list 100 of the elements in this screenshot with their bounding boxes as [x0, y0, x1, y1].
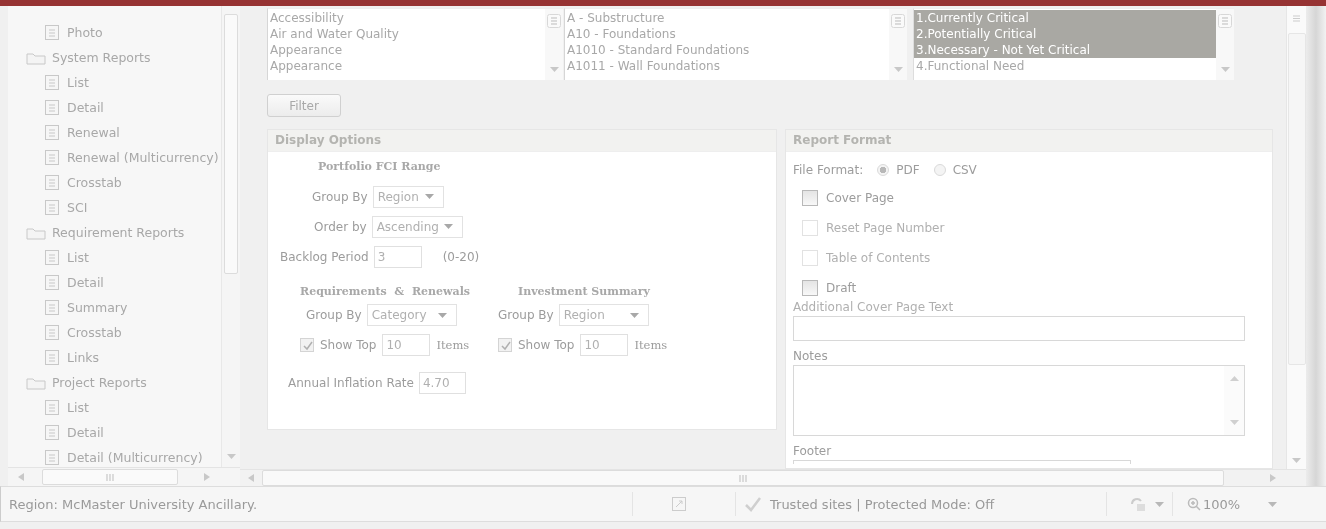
list-option[interactable]: 2.Potentially Critical: [914, 26, 1216, 42]
list-option[interactable]: A - Substructure: [565, 10, 889, 26]
scroll-down-arrow-icon[interactable]: [1292, 458, 1301, 463]
checkbox-label: Reset Page Number: [826, 221, 945, 235]
scroll-up-arrow-icon[interactable]: [1229, 376, 1239, 381]
field-label: Backlog Period: [280, 249, 369, 264]
field-label: Order by: [314, 219, 367, 234]
cover-text-input[interactable]: [793, 316, 1245, 341]
scrollbar[interactable]: [240, 469, 1306, 486]
list-option[interactable]: Accessibility: [268, 10, 545, 26]
section-heading: Portfolio FCI Range: [317, 160, 442, 175]
list-box[interactable]: Accessibility Air and Water Quality Appearance Appearance: [267, 8, 563, 80]
zoom-control[interactable]: 100%: [1187, 496, 1241, 512]
list-option[interactable]: A1010 - Standard Foundations: [565, 42, 889, 58]
lock-icon: [1129, 496, 1147, 512]
radio-option[interactable]: CSV: [933, 163, 977, 177]
list-option[interactable]: 4.Functional Need: [914, 58, 1216, 74]
checkbox[interactable]: [802, 190, 818, 206]
radio-button[interactable]: [933, 164, 946, 176]
field-label: Notes: [793, 349, 829, 363]
dropdown-arrow-icon: [1268, 501, 1278, 507]
backlog-period-input[interactable]: 3: [373, 245, 422, 268]
tree-item[interactable]: Detail: [8, 95, 221, 120]
tree-item[interactable]: Project Reports: [8, 370, 221, 395]
document-icon: [45, 325, 59, 340]
tree-item[interactable]: System Reports: [8, 45, 221, 70]
checkbox[interactable]: [300, 338, 314, 352]
tree-item[interactable]: Crosstab: [8, 320, 221, 345]
scrollbar[interactable]: [1286, 6, 1306, 469]
list-option[interactable]: 3.Necessary - Not Yet Critical: [914, 42, 1216, 58]
document-icon: [45, 425, 59, 440]
dropdown-arrow-icon: [893, 67, 903, 72]
tree-item[interactable]: Links: [8, 345, 221, 370]
scroll-right-arrow-icon[interactable]: [204, 473, 210, 481]
tree-item[interactable]: Detail: [8, 270, 221, 295]
field-label: Footer: [793, 444, 833, 458]
checkbox[interactable]: [802, 280, 818, 296]
list-icon: [891, 14, 905, 28]
filter-button[interactable]: Filter: [267, 94, 341, 117]
folder-icon: [26, 375, 46, 390]
checkbox-label: Cover Page: [826, 191, 894, 205]
dropdown-arrow-icon: [549, 67, 559, 72]
grip-icon: [1292, 14, 1301, 23]
list-box[interactable]: 1.Currently Critical 2.Potentially Critical 3.Necessary - Not Yet Critical 4.Functional Need: [913, 8, 1234, 80]
list-option[interactable]: 1.Currently Critical: [914, 10, 1216, 26]
notes-textarea[interactable]: [793, 365, 1245, 436]
scrollbar[interactable]: [221, 6, 240, 467]
scroll-left-arrow-icon[interactable]: [18, 473, 24, 481]
scrollbar[interactable]: [8, 467, 240, 486]
tree-item[interactable]: Renewal (Multicurrency): [8, 145, 221, 170]
group-by-select[interactable]: Category: [366, 304, 457, 326]
tree-item[interactable]: SCI: [8, 195, 221, 220]
list-option[interactable]: Air and Water Quality: [268, 26, 545, 42]
tree-item[interactable]: List: [8, 70, 221, 95]
field-label: File Format:: [793, 163, 864, 177]
field-label: Additional Cover Page Text: [793, 300, 955, 314]
tree-item[interactable]: Detail: [8, 420, 221, 445]
list-option[interactable]: A1011 - Wall Foundations: [565, 58, 889, 74]
scroll-down-arrow-icon[interactable]: [227, 454, 236, 459]
checkbox[interactable]: [498, 338, 512, 352]
list-option[interactable]: A10 - Foundations: [565, 26, 889, 42]
field-label: Items: [634, 338, 668, 352]
tree-item[interactable]: Summary: [8, 295, 221, 320]
document-icon: [45, 450, 59, 465]
scroll-right-arrow-icon[interactable]: [1270, 474, 1276, 482]
dropdown-arrow-icon: [1220, 67, 1230, 72]
show-top-input[interactable]: 10: [382, 334, 431, 356]
tree-item[interactable]: Crosstab: [8, 170, 221, 195]
tree-item[interactable]: Detail (Multicurrency): [8, 445, 221, 467]
list-option[interactable]: Appearance: [268, 42, 545, 58]
tree-item[interactable]: List: [8, 395, 221, 420]
tree-item[interactable]: List: [8, 245, 221, 270]
radio-option[interactable]: PDF: [877, 163, 920, 177]
document-icon: [45, 300, 59, 315]
order-by-select[interactable]: Ascending: [371, 215, 463, 238]
scroll-down-arrow-icon[interactable]: [1229, 420, 1239, 425]
tree-item[interactable]: Requirement Reports: [8, 220, 221, 245]
section-heading: Requirements & Renewals: [299, 285, 472, 298]
panel-title: Display Options: [268, 130, 776, 152]
show-top-input[interactable]: 10: [580, 334, 629, 356]
grip-icon: [105, 473, 115, 481]
list-box[interactable]: A - Substructure A10 - Foundations A1010 - Standard Foundations A1011 - Wall Foundations: [564, 8, 907, 80]
popup-icon: [671, 496, 687, 512]
radio-label: CSV: [952, 163, 977, 177]
field-label: Items: [436, 338, 470, 352]
tree-item[interactable]: Renewal: [8, 120, 221, 145]
security-zone-text: Trusted sites | Protected Mode: Off: [770, 496, 996, 512]
tree-item[interactable]: Photo: [8, 20, 221, 45]
group-by-select[interactable]: Region: [372, 185, 444, 208]
document-icon: [45, 75, 59, 90]
dropdown-arrow-icon: [1155, 501, 1164, 507]
group-by-select[interactable]: Region: [558, 304, 649, 326]
scroll-left-arrow-icon[interactable]: [248, 474, 254, 482]
inflation-rate-input[interactable]: 4.70: [418, 372, 466, 394]
folder-icon: [26, 50, 46, 65]
document-icon: [45, 350, 59, 365]
dropdown-arrow-icon: [437, 312, 447, 318]
radio-button[interactable]: [877, 164, 890, 176]
dropdown-arrow-icon: [629, 312, 639, 318]
list-option[interactable]: Appearance: [268, 58, 545, 74]
